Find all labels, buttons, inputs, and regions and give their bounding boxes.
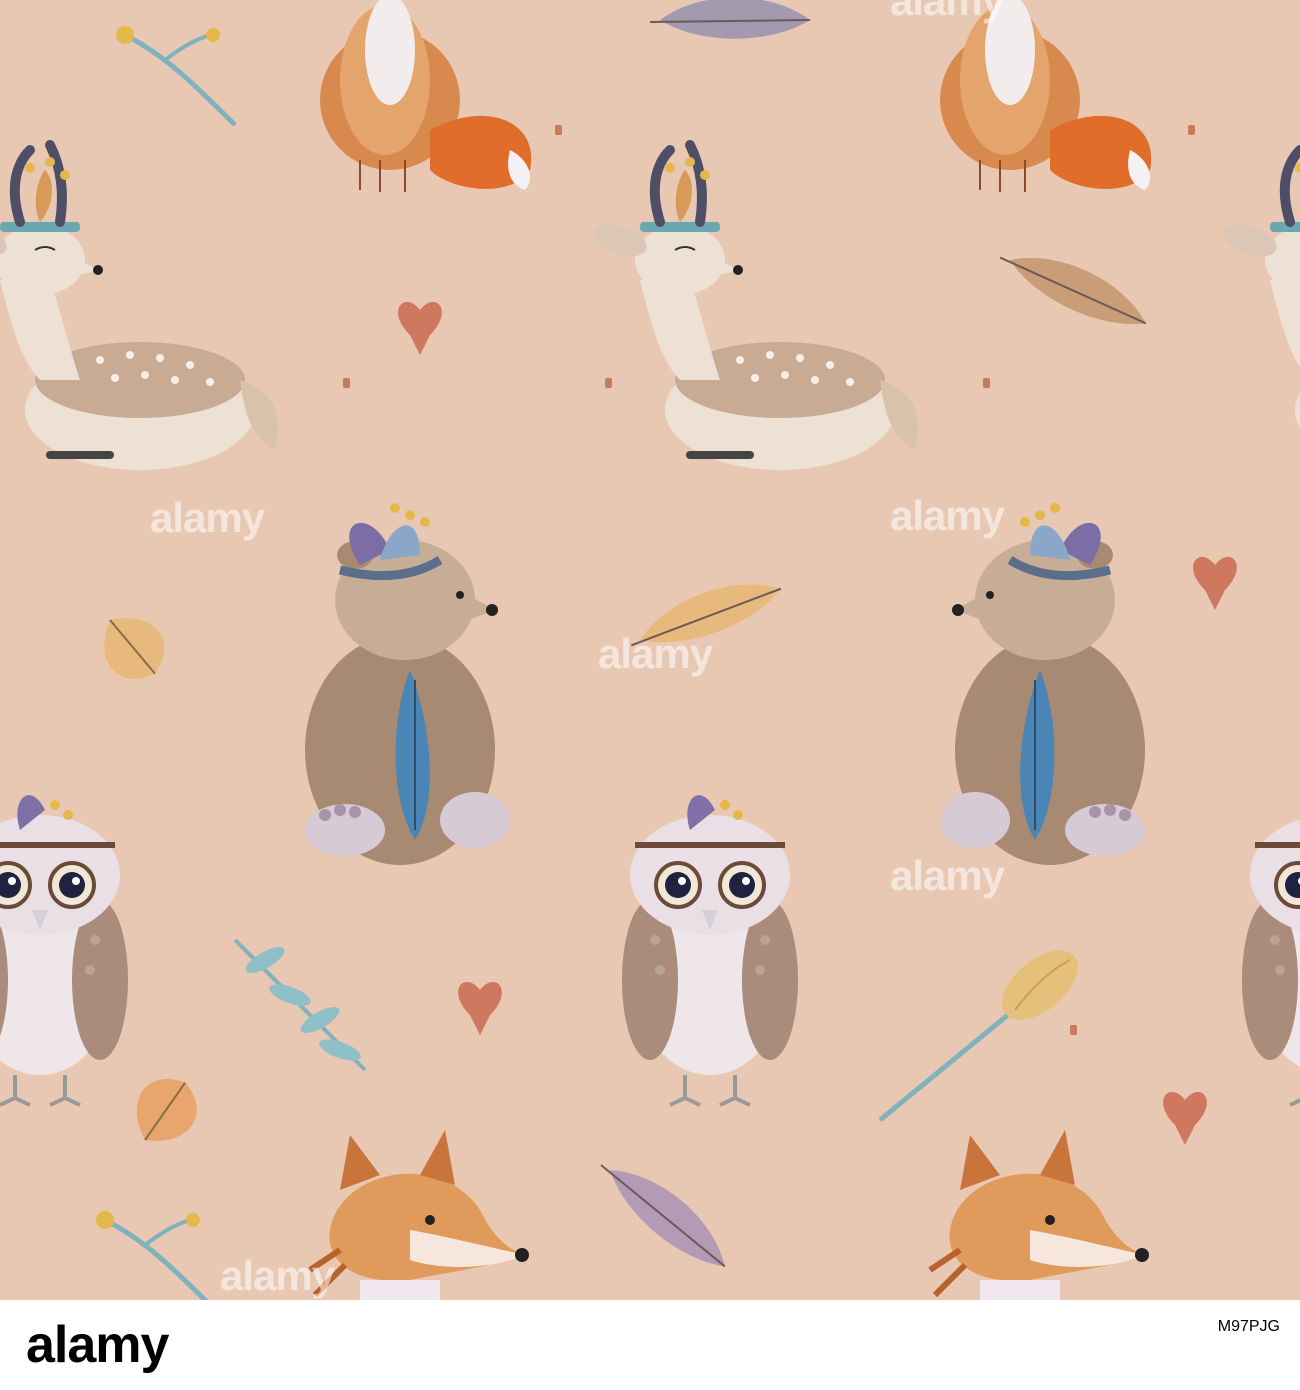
logo-text: alamy	[26, 1316, 169, 1374]
watermark: alamy	[890, 852, 1006, 899]
watermark: alamy	[890, 492, 1006, 539]
image-id: M97PJG	[1217, 1318, 1280, 1335]
watermark: alamy	[890, 0, 1006, 24]
pattern-svg: alamy alamy alamy alamy alamy alamy	[0, 0, 1300, 1300]
alamy-logo[interactable]: alamy	[26, 1314, 169, 1376]
watermark: alamy	[150, 494, 266, 541]
watermark: alamy	[598, 630, 714, 677]
pattern-image: alamy alamy alamy alamy alamy alamy	[0, 0, 1300, 1300]
watermark: alamy	[220, 1252, 336, 1299]
owl-illustration	[622, 795, 798, 1105]
footer-bar: alamy M97PJG	[0, 1300, 1300, 1390]
